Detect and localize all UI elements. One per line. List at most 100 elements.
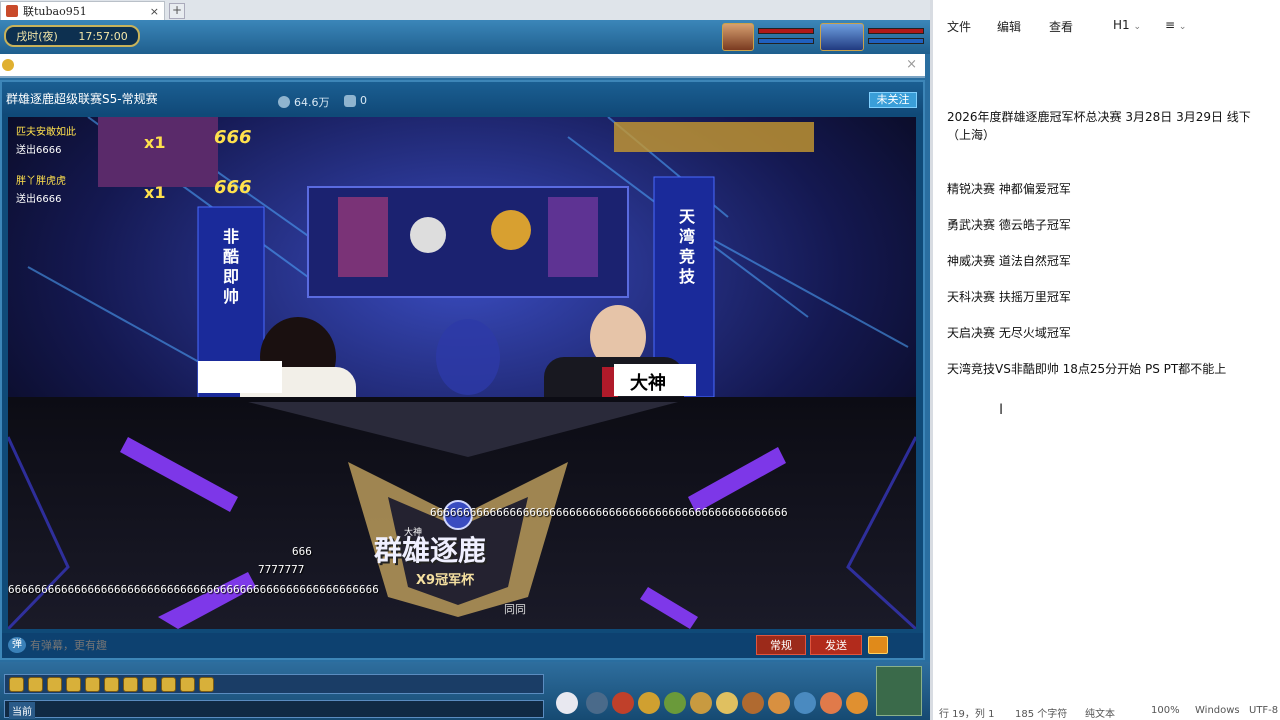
danmu-toggle-icon[interactable]: 弹 — [8, 637, 26, 653]
char-count: 185 个字符 — [1015, 709, 1068, 720]
text-line — [947, 270, 1280, 288]
dropdown-icon[interactable] — [180, 676, 195, 692]
pet-hp-bar — [868, 28, 924, 34]
item-icon[interactable] — [638, 692, 660, 714]
move-icon[interactable] — [66, 676, 81, 692]
text-line: 神威决赛 道法自然冠军 — [947, 254, 1071, 268]
popularity-count: 64.6万 — [294, 96, 330, 109]
item-icon[interactable] — [664, 692, 686, 714]
browser-tab[interactable]: 联tubao951 × — [0, 1, 165, 20]
danmu-comment: 7777777 — [258, 563, 305, 576]
new-tab-button[interactable]: + — [169, 3, 185, 19]
close-webview-icon[interactable]: × — [906, 57, 917, 72]
menu-file[interactable]: 文件 — [947, 18, 971, 35]
text-line: 勇武决赛 德云皓子冠军 — [947, 218, 1071, 232]
team-banner-right: 天湾竞技 — [678, 207, 695, 286]
text-line — [947, 234, 1280, 252]
danmu-comment: 666 — [292, 545, 312, 558]
heart-icon[interactable] — [344, 94, 356, 107]
item-icon[interactable] — [612, 692, 634, 714]
tab-title: 联tubao951 — [23, 5, 87, 18]
gift-666-badge: 666 — [214, 177, 252, 198]
game-client-window: 联tubao951 × + 戌时(夜) 17:57:00 × 群雄逐鹿超级联赛S… — [0, 0, 930, 720]
scroll-icon[interactable] — [104, 676, 119, 692]
desk-sign-label: 大神 — [630, 373, 666, 394]
text-line — [947, 306, 1280, 324]
brush-icon[interactable] — [142, 676, 157, 692]
item-icon[interactable] — [768, 692, 790, 714]
likes-stat: 0 — [344, 94, 367, 107]
site-info-icon[interactable] — [2, 59, 14, 71]
item-icon[interactable] — [794, 692, 816, 714]
danmu-input[interactable] — [30, 635, 748, 655]
game-toolbar — [4, 674, 544, 694]
stream-title: 群雄逐鹿超级联赛S5-常规赛 — [6, 92, 158, 106]
line-ending: Windows — [1195, 705, 1240, 716]
popularity-stat: 64.6万 — [278, 94, 330, 110]
gift-action: 送出6666 — [16, 194, 62, 205]
pagoda-icon[interactable] — [876, 666, 922, 716]
gift-666-badge: 666 — [214, 127, 252, 148]
send-button[interactable]: 发送 — [810, 635, 862, 655]
item-icon[interactable] — [742, 692, 764, 714]
text-line: 2026年度群雄逐鹿冠军杯总决赛 3月28日 3月29日 线下 — [947, 110, 1251, 124]
video-area[interactable]: 匹夫安敢如此 送出6666 胖丫胖虎虎 送出6666 x1 x1 666 666… — [8, 117, 916, 629]
list-dropdown[interactable]: ≡ ⌄ — [1165, 18, 1186, 32]
danmu-comment: 6666666666666666666666666666666666666666… — [8, 583, 379, 596]
arrow-left-icon[interactable] — [9, 676, 24, 692]
text-cursor-icon: I — [999, 402, 1004, 418]
magnifier-icon[interactable] — [85, 676, 100, 692]
chevron-down-icon: ⌄ — [1133, 22, 1142, 32]
event-logo-title: 群雄逐鹿 — [374, 534, 487, 567]
game-chat-input[interactable]: 当前 — [4, 700, 544, 719]
item-icon[interactable] — [820, 692, 842, 714]
text-line — [947, 342, 1280, 360]
menu-edit[interactable]: 编辑 — [997, 18, 1021, 35]
chat-bubble-icon[interactable] — [161, 676, 176, 692]
arrow-down-icon[interactable] — [47, 676, 62, 692]
chat-channel-label[interactable]: 当前 — [9, 702, 35, 719]
tab-close-icon[interactable]: × — [150, 5, 159, 18]
weapon-icon[interactable] — [586, 692, 608, 714]
flame-icon — [278, 96, 290, 108]
pet-avatar-icon[interactable] — [820, 23, 864, 51]
menu-view[interactable]: 查看 — [1049, 18, 1073, 35]
pet-icon[interactable] — [556, 692, 578, 714]
text-line: 精锐决赛 神都偏爱冠军 — [947, 182, 1071, 196]
text-line — [947, 198, 1280, 216]
gift-sender-name: 匹夫安敢如此 — [16, 127, 76, 138]
item-icon[interactable] — [846, 692, 868, 714]
likes-count: 0 — [360, 94, 367, 107]
watermark-text: 同同 — [504, 603, 526, 616]
gift-count: x1 — [144, 133, 166, 152]
event-logo-subtitle: X9冠军杯 — [416, 573, 475, 588]
character-avatar-icon[interactable] — [722, 23, 754, 51]
gift-action: 送出6666 — [16, 145, 62, 156]
chevron-down-icon: ⌄ — [1178, 22, 1187, 32]
follow-button[interactable]: 未关注 — [869, 92, 917, 108]
game-bottom-bar: 当前 — [0, 662, 930, 720]
text-line: （上海） — [947, 128, 996, 142]
hp-bar — [758, 28, 814, 34]
pet-mp-bar — [868, 38, 924, 44]
text-format[interactable]: 纯文本 — [1085, 705, 1115, 720]
encoding: UTF-8 — [1249, 705, 1279, 716]
notepad-window: 文件 编辑 查看 H1 ⌄ ≡ ⌄ 2026年度群雄逐鹿冠军杯总决赛 3月28日… — [930, 0, 1280, 720]
danmu-mode-button[interactable]: 常规 — [756, 635, 806, 655]
player-header: 群雄逐鹿超级联赛S5-常规赛 64.6万 0 未关注 — [2, 82, 923, 115]
team-banner-left: 非酷即帅 — [222, 227, 239, 306]
item-icon[interactable] — [690, 692, 712, 714]
lock-icon[interactable] — [123, 676, 138, 692]
text-line — [947, 144, 1280, 162]
heading-dropdown[interactable]: H1 ⌄ — [1113, 18, 1141, 32]
game-clock: 戌时(夜) 17:57:00 — [4, 25, 140, 47]
browser-tab-bar: 联tubao951 × + — [0, 0, 930, 20]
arrow-up-icon[interactable] — [28, 676, 43, 692]
gift-box-icon[interactable] — [868, 636, 888, 654]
item-icon[interactable] — [716, 692, 738, 714]
settings-icon[interactable] — [199, 676, 214, 692]
time-period: 戌时(夜) — [16, 30, 58, 43]
gift-count: x1 — [144, 183, 166, 202]
zoom-level: 100% — [1151, 705, 1180, 716]
notepad-text-area[interactable]: 2026年度群雄逐鹿冠军杯总决赛 3月28日 3月29日 线下 （上海） 精锐决… — [947, 108, 1280, 378]
